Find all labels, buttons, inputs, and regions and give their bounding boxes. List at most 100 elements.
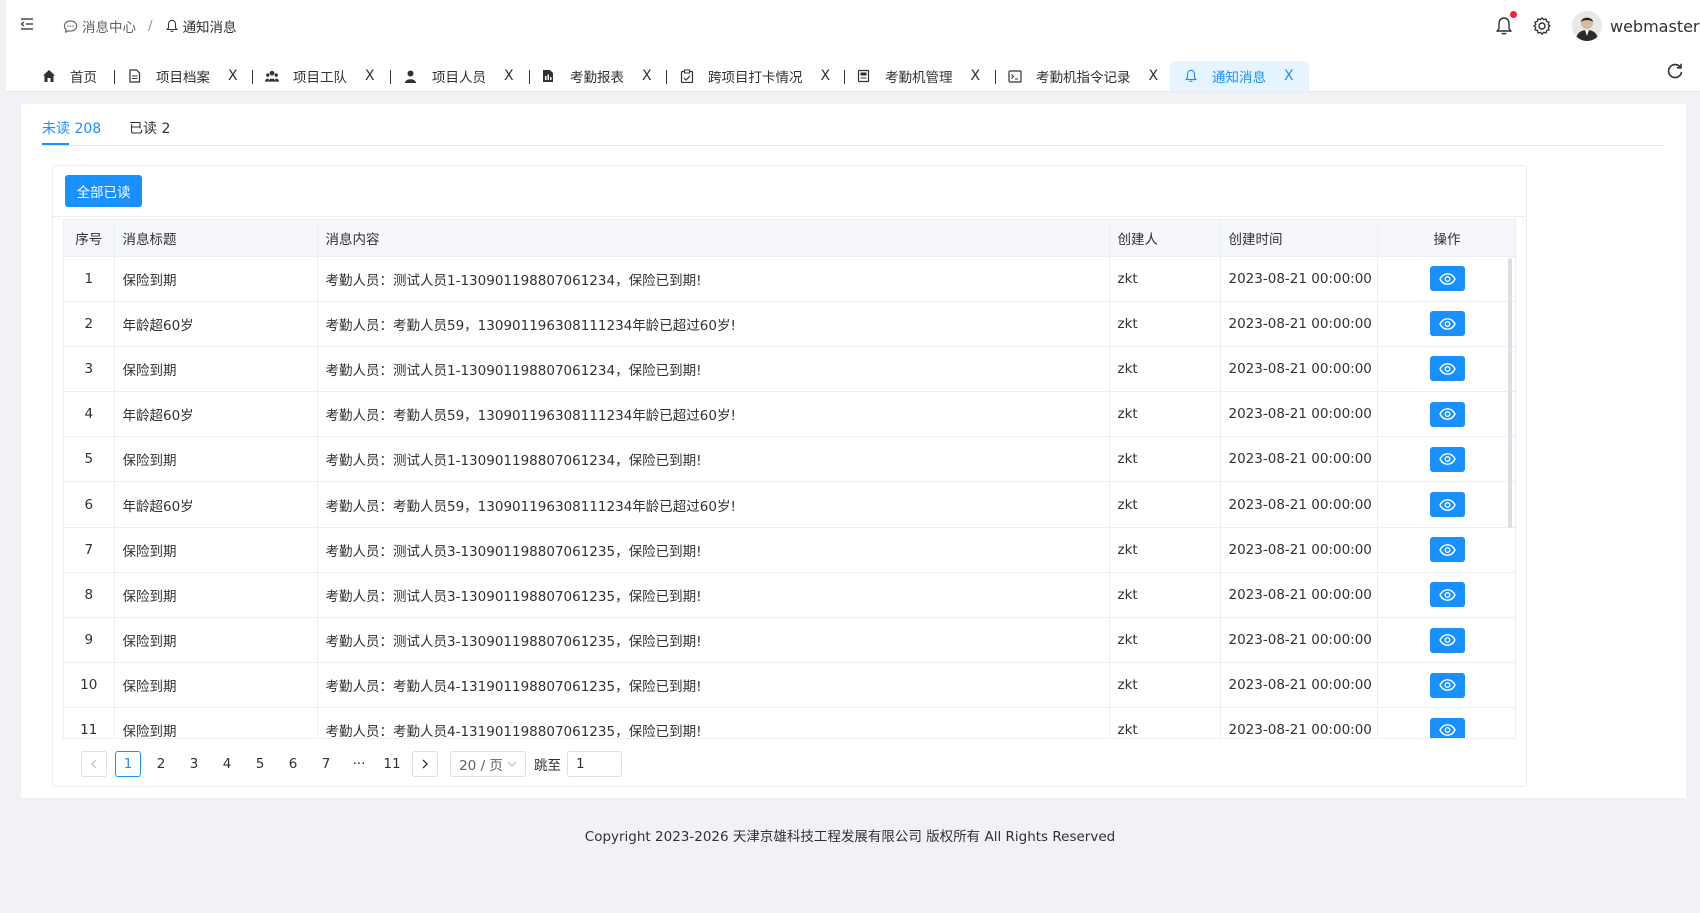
tab-separator [995, 70, 996, 84]
view-button[interactable] [1429, 672, 1465, 698]
cell-no: 3 [64, 346, 115, 393]
tab-project-archive[interactable]: 项目档案 X [128, 61, 238, 91]
cell-no: 9 [64, 617, 115, 664]
cell-no: 11 [64, 707, 115, 738]
eye-icon [1438, 498, 1456, 511]
column-header-content: 消息内容 [317, 220, 1110, 257]
table-body: 1 保险到期 考勤人员：测试人员1-130901198807061234，保险已到期… [64, 256, 1515, 738]
tab-read[interactable]: 已读 2 [129, 118, 170, 138]
breadcrumb-label: 通知消息 [182, 20, 237, 36]
cell-no: 10 [64, 662, 115, 709]
refresh-icon[interactable] [1666, 62, 1684, 80]
view-button[interactable] [1429, 356, 1465, 382]
tab-unread[interactable]: 未读 208 [42, 118, 101, 138]
page-5[interactable]: 5 [247, 751, 273, 777]
cell-creator: zkt [1109, 391, 1221, 438]
table-row: 6 年龄超60岁 考勤人员：考勤人员59，130901196308111234年龄已… [64, 481, 1515, 528]
tab-close-button[interactable]: X [365, 68, 375, 84]
cell-time: 2023-08-21 00:00:00 [1220, 617, 1378, 664]
mark-all-read-button[interactable]: 全部已读 [65, 175, 142, 207]
notification-bell[interactable] [1494, 11, 1517, 36]
column-header-time: 创建时间 [1220, 220, 1378, 257]
tab-notification[interactable]: 通知消息 X [1170, 61, 1309, 91]
eye-icon [1438, 272, 1456, 285]
next-page-button[interactable] [412, 751, 438, 777]
eye-icon [1438, 679, 1456, 692]
tab-project-team[interactable]: 项目工队 X [265, 61, 375, 91]
menu-fold-icon[interactable] [20, 17, 34, 31]
tab-home[interactable]: 首页 [42, 61, 97, 91]
breadcrumb-message-center[interactable]: 消息中心 [63, 16, 136, 36]
view-button[interactable] [1429, 627, 1465, 653]
tab-attendance-device[interactable]: 考勤机管理 X [857, 61, 980, 91]
tab-project-staff[interactable]: 项目人员 X [404, 61, 514, 91]
table-scrollbar[interactable] [1508, 258, 1512, 528]
cell-no: 8 [64, 572, 115, 619]
page-7[interactable]: 7 [313, 751, 339, 777]
tab-cross-project-checkin[interactable]: 跨项目打卡情况 X [680, 61, 830, 91]
page-1[interactable]: 1 [115, 751, 141, 777]
table-row: 7 保险到期 考勤人员：测试人员3-130901198807061235，保险已到期… [64, 527, 1515, 573]
tab-label: 考勤机管理 [885, 70, 953, 86]
cell-creator: zkt [1109, 346, 1221, 393]
tab-label: 跨项目打卡情况 [708, 70, 803, 86]
report-icon [543, 70, 553, 82]
view-button[interactable] [1429, 401, 1465, 427]
gear-icon[interactable] [1532, 16, 1552, 36]
eye-icon [1438, 408, 1456, 421]
page-6[interactable]: 6 [280, 751, 306, 777]
tab-label: 通知消息 [1212, 70, 1266, 86]
page-ellipsis[interactable]: ··· [346, 751, 372, 777]
view-button[interactable] [1429, 717, 1465, 738]
column-header-no: 序号 [64, 220, 115, 257]
column-header-action: 操作 [1377, 220, 1515, 257]
tab-device-command-log[interactable]: 考勤机指令记录 X [1008, 61, 1158, 91]
cell-action [1377, 481, 1515, 528]
jump-page-input[interactable]: 1 [567, 751, 622, 777]
cell-content: 考勤人员：测试人员3-130901198807061235，保险已到期! [317, 572, 1110, 619]
page-size-select[interactable]: 20 / 页 [450, 751, 526, 777]
tab-close-button[interactable]: X [1149, 68, 1159, 84]
page-2[interactable]: 2 [148, 751, 174, 777]
tab-close-button[interactable]: X [642, 68, 652, 84]
eye-icon [1438, 634, 1456, 646]
tab-label: 项目档案 [156, 70, 210, 86]
breadcrumb-notification: 通知消息 [165, 16, 237, 36]
eye-icon [1438, 543, 1456, 556]
view-button[interactable] [1429, 446, 1465, 472]
device-icon [857, 69, 870, 83]
avatar[interactable] [1572, 11, 1602, 41]
cell-creator: zkt [1109, 436, 1221, 483]
cell-title: 年龄超60岁 [114, 301, 318, 347]
table-row: 10 保险到期 考勤人员：考勤人员4-131901198807061235，保险已到… [64, 662, 1515, 709]
cell-title: 保险到期 [114, 707, 318, 738]
page-3[interactable]: 3 [181, 751, 207, 777]
bell-icon [1185, 69, 1197, 83]
cell-no: 4 [64, 391, 115, 438]
view-button[interactable] [1429, 492, 1465, 518]
view-button[interactable] [1429, 582, 1465, 608]
view-button[interactable] [1429, 311, 1465, 337]
cell-creator: zkt [1109, 527, 1221, 573]
tab-close-button[interactable]: X [228, 68, 238, 84]
tab-close-button[interactable]: X [1284, 68, 1294, 84]
user-avatar-icon [1572, 11, 1602, 41]
view-button[interactable] [1429, 266, 1465, 292]
view-button[interactable] [1429, 537, 1465, 563]
prev-page-button[interactable] [81, 751, 107, 777]
tab-close-button[interactable]: X [504, 68, 514, 84]
cell-creator: zkt [1109, 572, 1221, 619]
tab-attendance-report[interactable]: 考勤报表 X [542, 61, 652, 91]
unread-dot [1510, 11, 1517, 18]
tab-close-button[interactable]: X [821, 68, 831, 84]
cell-action [1377, 662, 1515, 709]
cell-content: 考勤人员：考勤人员59，130901196308111234年龄已超过60岁! [317, 481, 1110, 528]
header-actions: webmaster [1494, 10, 1700, 42]
cell-time: 2023-08-21 00:00:00 [1220, 436, 1378, 483]
username[interactable]: webmaster [1610, 17, 1700, 36]
page-size-value: 20 / 页 [459, 758, 503, 774]
tab-close-button[interactable]: X [971, 68, 981, 84]
page-4[interactable]: 4 [214, 751, 240, 777]
tab-label: 考勤报表 [570, 70, 624, 86]
page-11[interactable]: 11 [379, 751, 405, 777]
